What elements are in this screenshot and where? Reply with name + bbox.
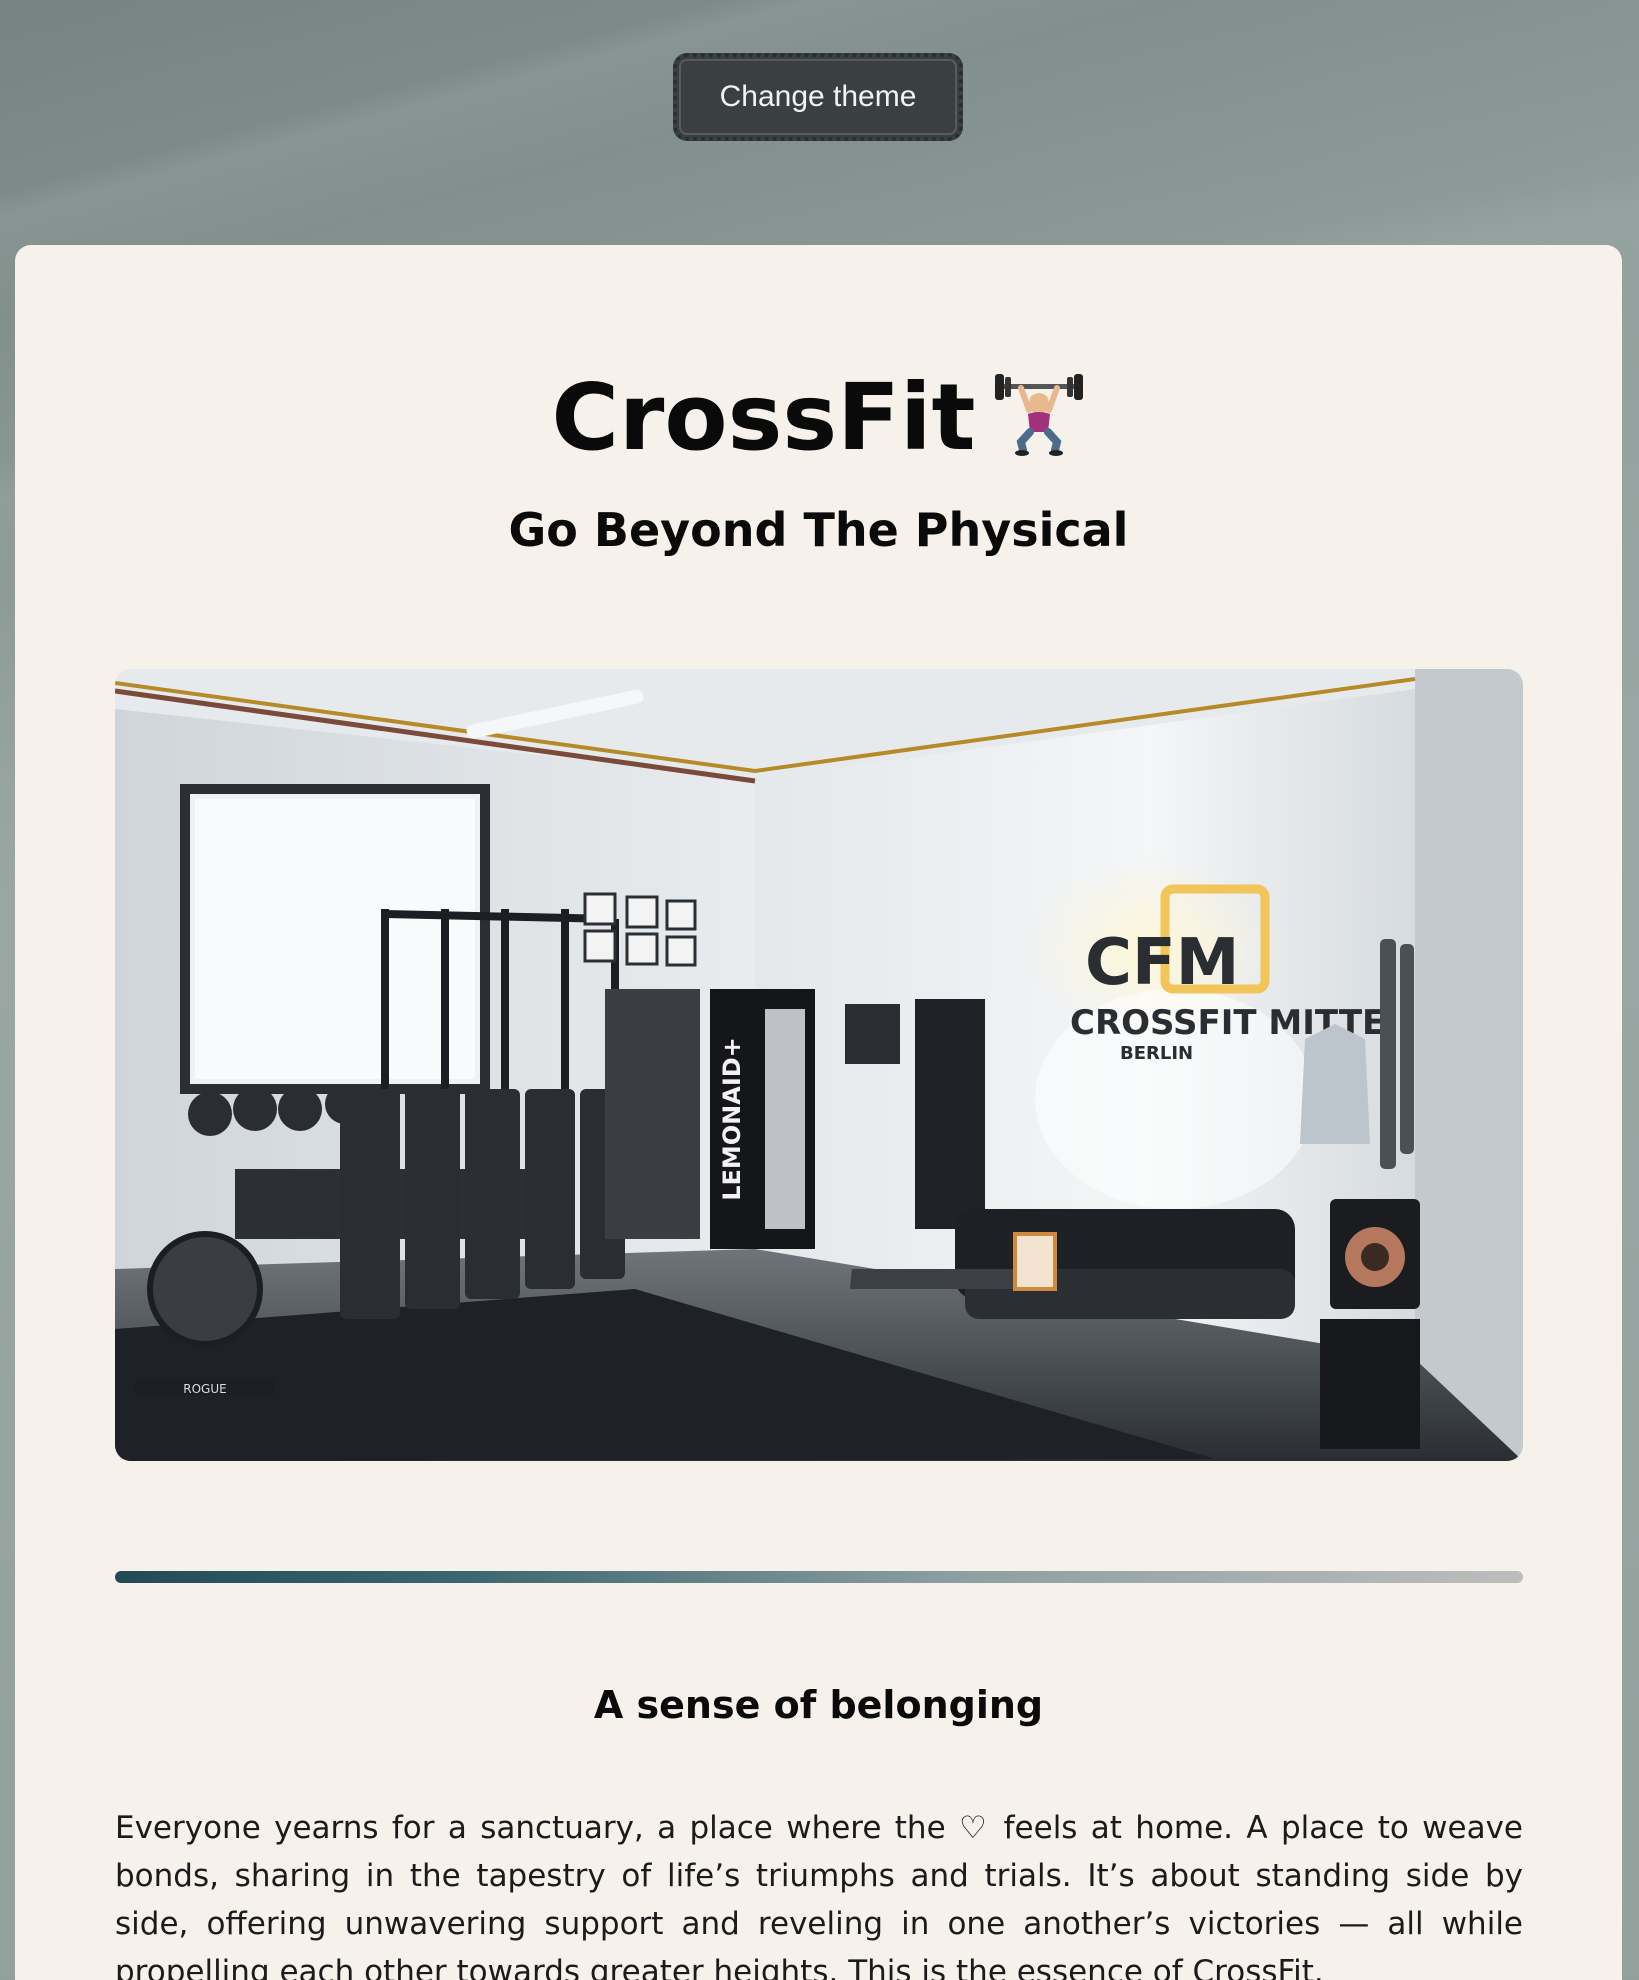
section-body: Everyone yearns for a sanctuary, a place… — [115, 1810, 1523, 1980]
sign-logo: CFM — [1085, 926, 1239, 1000]
section-heading: A sense of belonging — [593, 1683, 1044, 1727]
page-title-text: CrossFit — [551, 364, 976, 471]
page-subtitle: Go Beyond The Physical — [508, 503, 1129, 557]
sign-city: BERLIN — [1120, 1043, 1193, 1064]
content-card: CrossFit Go Beyond The Physical ROGUE LE… — [15, 245, 1622, 1980]
change-theme-button[interactable]: Change theme — [673, 53, 963, 141]
woman-lifting-weights-icon — [993, 366, 1085, 482]
fridge-brand: LEMONAID+ — [718, 1037, 746, 1201]
gym-photo: ROGUE LEMONAID+ CFM CROSSFIT MITTE BERLI… — [115, 669, 1523, 1461]
page-title: CrossFit — [15, 363, 1622, 482]
gradient-divider — [115, 1571, 1523, 1583]
bike-brand: ROGUE — [183, 1382, 226, 1396]
